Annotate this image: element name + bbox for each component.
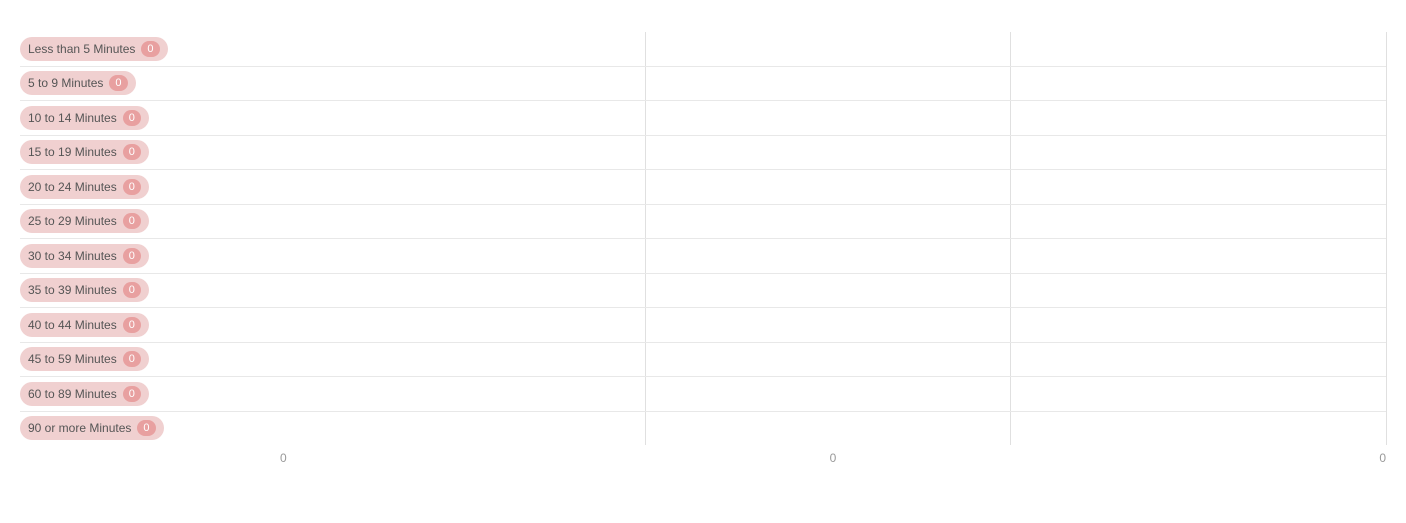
bar-row: 25 to 29 Minutes 0 [20,205,1386,240]
bar-row: Less than 5 Minutes 0 [20,32,1386,67]
bar-track [280,32,1386,66]
bar-label-text: 30 to 34 Minutes [28,249,117,263]
bar-value: 0 [141,41,159,57]
bar-row: 45 to 59 Minutes 0 [20,343,1386,378]
bar-value: 0 [123,317,141,333]
bar-row: 90 or more Minutes 0 [20,412,1386,446]
bar-label: 20 to 24 Minutes 0 [20,175,149,199]
x-axis-label: 0 [1379,451,1386,465]
bar-label: 5 to 9 Minutes 0 [20,71,136,95]
bar-value: 0 [123,248,141,264]
bar-value: 0 [123,179,141,195]
bar-row: 15 to 19 Minutes 0 [20,136,1386,171]
bar-label: 25 to 29 Minutes 0 [20,209,149,233]
bar-label: 40 to 44 Minutes 0 [20,313,149,337]
bar-row: 20 to 24 Minutes 0 [20,170,1386,205]
bar-track [280,101,1386,135]
bar-value: 0 [123,282,141,298]
bar-row: 30 to 34 Minutes 0 [20,239,1386,274]
x-axis: 0 0 0 [20,445,1386,465]
bar-label: Less than 5 Minutes 0 [20,37,168,61]
bar-track [280,377,1386,411]
bar-row: 5 to 9 Minutes 0 [20,67,1386,102]
x-axis-label: 0 [830,451,837,465]
bar-value: 0 [123,386,141,402]
bar-track [280,136,1386,170]
bar-track [280,412,1386,446]
bar-label: 15 to 19 Minutes 0 [20,140,149,164]
bar-label: 60 to 89 Minutes 0 [20,382,149,406]
bar-label-text: Less than 5 Minutes [28,42,135,56]
bar-label-text: 5 to 9 Minutes [28,76,103,90]
bar-value: 0 [123,110,141,126]
bar-label-text: 10 to 14 Minutes [28,111,117,125]
bar-label-text: 15 to 19 Minutes [28,145,117,159]
bar-label-text: 90 or more Minutes [28,421,131,435]
bar-value: 0 [123,213,141,229]
bar-value: 0 [123,144,141,160]
bar-label-text: 25 to 29 Minutes [28,214,117,228]
bar-label: 35 to 39 Minutes 0 [20,278,149,302]
bar-value: 0 [137,420,155,436]
chart-area: Less than 5 Minutes05 to 9 Minutes010 to… [20,32,1386,445]
chart-container: Less than 5 Minutes05 to 9 Minutes010 to… [0,0,1406,523]
bar-track [280,274,1386,308]
bar-track [280,308,1386,342]
grid-line [1386,32,1387,445]
bar-row: 35 to 39 Minutes 0 [20,274,1386,309]
bar-label-text: 45 to 59 Minutes [28,352,117,366]
bar-label: 45 to 59 Minutes 0 [20,347,149,371]
bar-label: 30 to 34 Minutes 0 [20,244,149,268]
bar-value: 0 [109,75,127,91]
x-axis-label: 0 [280,451,287,465]
bar-row: 60 to 89 Minutes 0 [20,377,1386,412]
bar-track [280,67,1386,101]
bar-label: 90 or more Minutes 0 [20,416,164,440]
bar-label: 10 to 14 Minutes 0 [20,106,149,130]
bar-row: 10 to 14 Minutes 0 [20,101,1386,136]
bar-value: 0 [123,351,141,367]
bar-track [280,205,1386,239]
bar-label-text: 20 to 24 Minutes [28,180,117,194]
bar-row: 40 to 44 Minutes 0 [20,308,1386,343]
bar-track [280,343,1386,377]
bar-track [280,239,1386,273]
bar-label-text: 60 to 89 Minutes [28,387,117,401]
bar-label-text: 40 to 44 Minutes [28,318,117,332]
bar-label-text: 35 to 39 Minutes [28,283,117,297]
bar-track [280,170,1386,204]
